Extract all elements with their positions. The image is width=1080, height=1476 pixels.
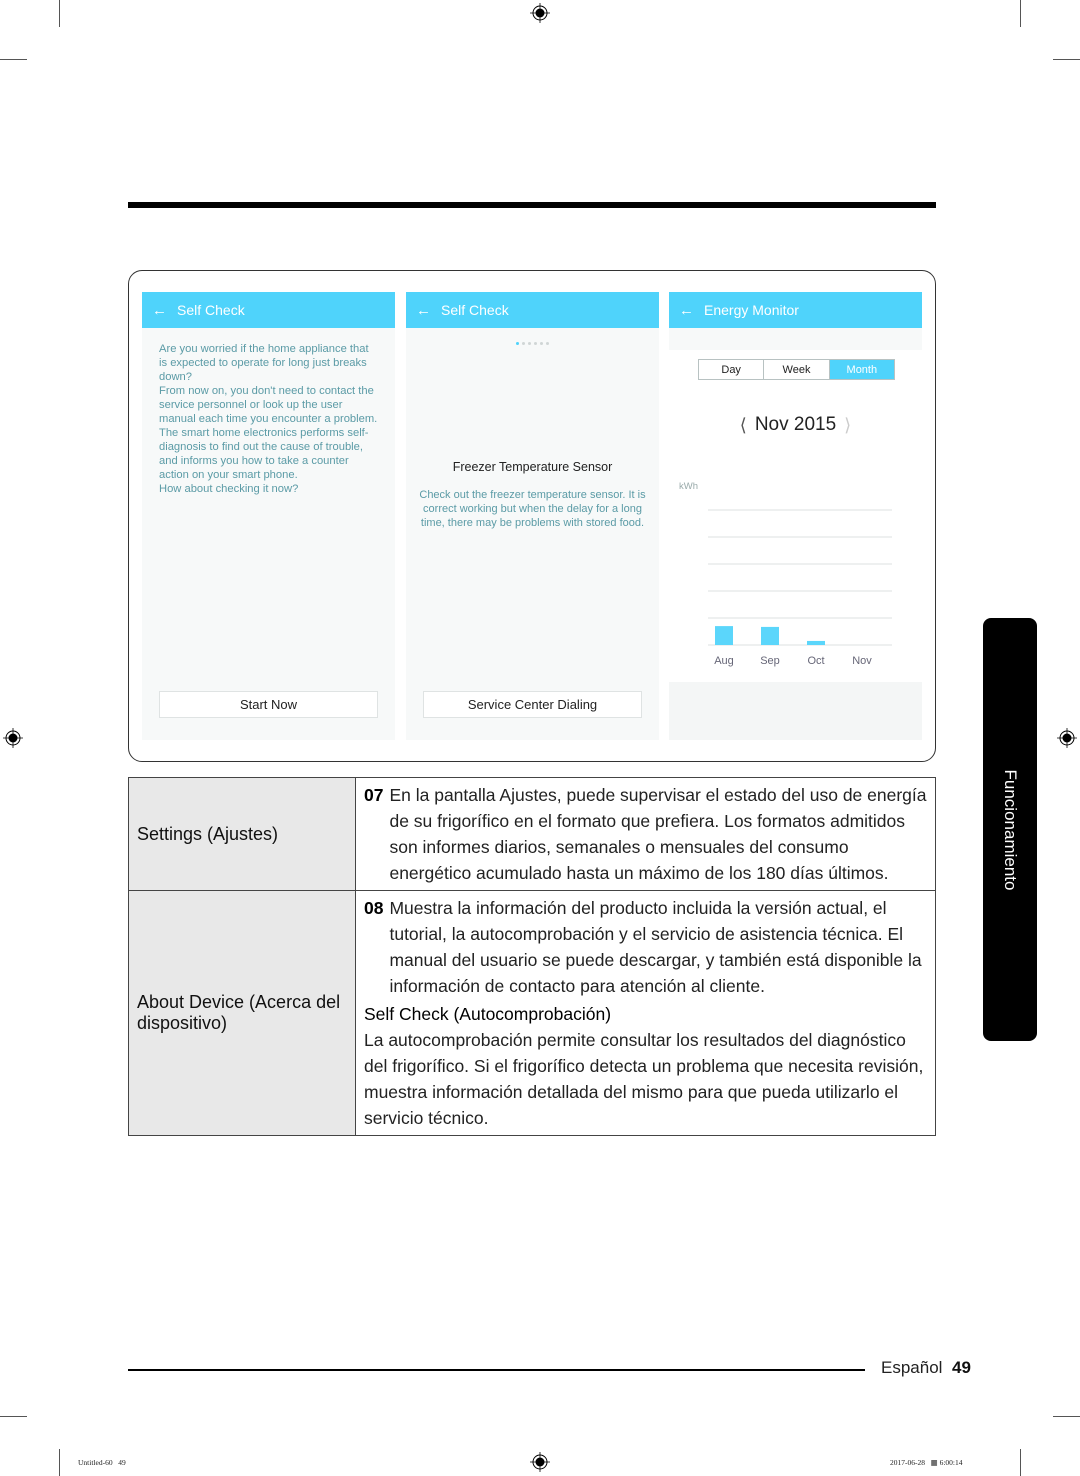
month-label: Nov 2015: [754, 414, 837, 435]
table-row: Settings (Ajustes) 07 En la pantalla Aju…: [128, 777, 936, 891]
step-number: 07: [364, 785, 384, 805]
step-text: Muestra la información del producto incl…: [389, 898, 922, 996]
arrow-left-icon[interactable]: ←: [416, 302, 431, 319]
footer-rule: [128, 1369, 865, 1371]
tab-day[interactable]: Day: [699, 360, 765, 379]
crop-mark: [0, 1416, 27, 1417]
chapter-side-tab: Funcionamiento: [983, 618, 1037, 1041]
crop-mark: [1020, 1449, 1021, 1476]
header-title: Self Check: [177, 302, 245, 318]
header-title: Self Check: [441, 302, 509, 318]
crop-mark: [1020, 0, 1021, 27]
bar-sep: [761, 626, 779, 645]
bar-aug: [715, 626, 733, 645]
header-title: Energy Monitor: [704, 302, 799, 318]
registration-mark-icon: [1057, 728, 1077, 748]
x-tick-label: Nov: [852, 655, 872, 667]
arrow-left-icon[interactable]: ←: [679, 302, 694, 319]
energy-bar-chart: Aug Sep Oct Nov: [708, 509, 892, 667]
chapter-label: Funcionamiento: [1001, 769, 1020, 890]
page-dot[interactable]: [528, 342, 531, 345]
crop-mark: [0, 59, 27, 60]
arrow-left-icon[interactable]: ←: [152, 302, 167, 319]
row-description: 07 En la pantalla Ajustes, puede supervi…: [355, 777, 936, 891]
service-center-dialing-button[interactable]: Service Center Dialing: [423, 691, 642, 718]
crop-mark: [1053, 1416, 1080, 1417]
screen-self-check-item: ← Self Check Freezer Temperature Sensor …: [406, 292, 659, 740]
tab-week[interactable]: Week: [764, 360, 830, 379]
start-now-button[interactable]: Start Now: [159, 691, 378, 718]
row-label: Settings (Ajustes): [128, 777, 356, 891]
print-slug-left: Untitled-60 49: [78, 1458, 126, 1467]
x-tick-label: Oct: [807, 655, 824, 667]
page-dot[interactable]: [522, 342, 525, 345]
page-dot[interactable]: [546, 342, 549, 345]
bar-oct: [807, 640, 825, 645]
page-dot[interactable]: [516, 342, 519, 345]
registration-mark-icon: [530, 1452, 550, 1472]
row-label: About Device (Acerca del dispositivo): [128, 890, 356, 1136]
footer-language: Español: [881, 1358, 943, 1377]
step-text: En la pantalla Ajustes, puede supervisar…: [389, 785, 927, 883]
y-axis-unit: kWh: [679, 481, 698, 492]
row-description: 08 Muestra la información del producto i…: [355, 890, 936, 1136]
item-description: Check out the freezer temperature sensor…: [419, 489, 646, 529]
table-row: About Device (Acerca del dispositivo) 08…: [128, 890, 936, 1136]
x-tick-label: Aug: [714, 655, 734, 667]
intro-text: Are you worried if the home appliance th…: [159, 343, 378, 495]
crop-mark: [59, 0, 60, 27]
chevron-left-icon[interactable]: ⟨: [740, 415, 747, 436]
subsection-heading: Self Check (Autocomprobación): [364, 1004, 612, 1024]
crop-mark: [59, 1449, 60, 1476]
registration-mark-icon: [3, 728, 23, 748]
page-dot[interactable]: [534, 342, 537, 345]
chevron-right-icon[interactable]: ⟩: [844, 415, 851, 436]
screen-energy-monitor: ← Energy Monitor Day Week Month ⟨ Nov 20…: [669, 292, 922, 740]
registration-mark-icon: [530, 3, 550, 23]
app-header: ← Energy Monitor: [669, 292, 922, 328]
subsection-text: La autocomprobación permite consultar lo…: [364, 1030, 924, 1128]
tab-month[interactable]: Month: [829, 360, 894, 379]
page-number: 49: [952, 1358, 971, 1377]
period-selector: Day Week Month: [698, 359, 895, 380]
app-header: ← Self Check: [406, 292, 659, 328]
item-title: Freezer Temperature Sensor: [452, 460, 613, 474]
chart-footer-area: [669, 682, 922, 740]
page-dot[interactable]: [540, 342, 543, 345]
section-rule: [128, 202, 936, 208]
x-tick-label: Sep: [760, 655, 780, 667]
crop-mark: [1053, 59, 1080, 60]
month-navigator: ⟨ Nov 2015 ⟩: [669, 414, 922, 436]
step-number: 08: [364, 898, 384, 918]
page-indicator: [406, 342, 659, 345]
print-slug-right: 2017-06-28 ▦ 6:00:14: [890, 1458, 963, 1467]
app-header: ← Self Check: [142, 292, 395, 328]
screen-self-check-intro: ← Self Check Are you worried if the home…: [142, 292, 395, 740]
settings-table: Settings (Ajustes) 07 En la pantalla Aju…: [128, 777, 936, 1136]
